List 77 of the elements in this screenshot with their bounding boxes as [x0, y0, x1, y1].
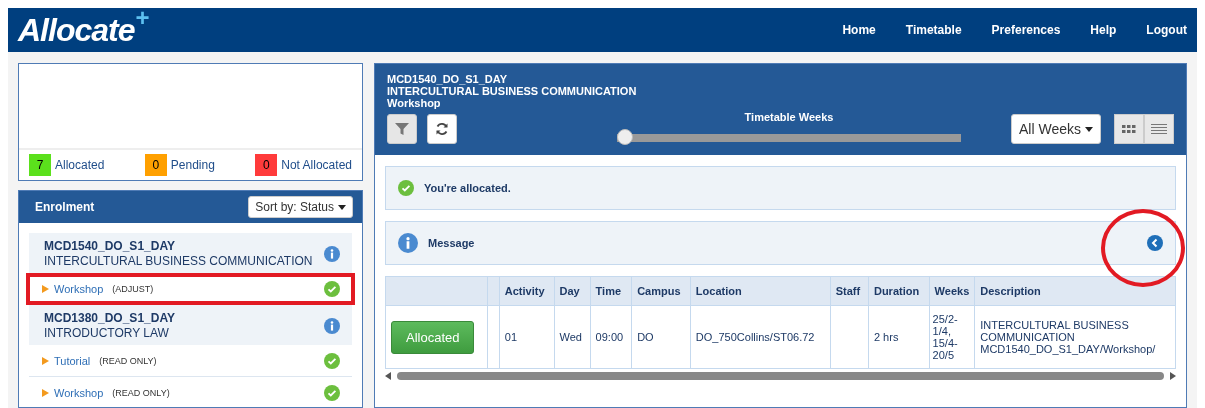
success-icon	[398, 180, 414, 196]
arrow-icon	[42, 284, 49, 293]
scrollbar-thumb[interactable]	[397, 372, 1164, 380]
table-cell: 25/2-1/4, 15/4-20/5	[929, 305, 975, 369]
expand-icon[interactable]	[1147, 235, 1163, 251]
table-cell: 2 hrs	[868, 305, 930, 369]
nav-link[interactable]: Help	[1090, 23, 1117, 37]
alert-text: You're allocated.	[424, 182, 511, 194]
table-cell: 01	[499, 305, 555, 369]
refresh-button[interactable]	[427, 114, 457, 144]
nav-link[interactable]: Preferences	[991, 23, 1061, 37]
table-cell	[830, 305, 869, 369]
filter-button[interactable]	[387, 114, 417, 144]
column-header: Location	[690, 276, 831, 306]
check-icon	[324, 384, 340, 401]
activity-mode: (READ ONLY)	[99, 355, 157, 366]
column-header: Description	[974, 276, 1176, 306]
status-label: Not Allocated	[281, 158, 352, 172]
scroll-left-icon[interactable]	[385, 372, 391, 380]
logo: Allocate+	[18, 11, 149, 49]
info-icon[interactable]	[398, 233, 418, 253]
scroll-right-icon[interactable]	[1170, 372, 1176, 380]
sort-dropdown[interactable]: Sort by: Status	[248, 196, 353, 218]
nav-link[interactable]: Timetable	[905, 23, 962, 37]
weeks-dropdown[interactable]: All Weeks	[1011, 114, 1101, 144]
status-count: 0	[255, 154, 278, 176]
caret-icon	[338, 204, 346, 210]
column-header: Day	[554, 276, 591, 306]
column-header: Weeks	[929, 276, 975, 306]
activity-mode: (ADJUST)	[112, 283, 154, 294]
subject-code: MCD1540_DO_S1_DAY	[44, 239, 176, 254]
subject-code: MCD1380_DO_S1_DAY	[44, 311, 175, 326]
filter-icon	[394, 121, 410, 137]
status-count: 0	[144, 154, 167, 176]
list-view-button[interactable]	[1144, 114, 1174, 144]
slider-thumb[interactable]	[617, 129, 633, 145]
nav-link[interactable]: Logout	[1146, 23, 1187, 37]
info-icon[interactable]	[324, 318, 340, 334]
column-header: Activity	[499, 276, 555, 306]
info-icon[interactable]	[324, 246, 340, 262]
status-label: Allocated	[55, 158, 105, 172]
activity-row[interactable]: Workshop (READ ONLY)	[29, 377, 352, 407]
subject-name: INTRODUCTORY LAW	[44, 326, 170, 341]
caret-icon	[1085, 126, 1093, 132]
panel-title: Enrolment	[35, 200, 95, 214]
column-header: Campus	[631, 276, 691, 306]
table-cell: 09:00	[590, 305, 632, 369]
grid-icon	[1122, 125, 1136, 133]
check-icon	[324, 352, 340, 369]
highlighted-activity-row[interactable]: Workshop (ADJUST)	[26, 273, 355, 305]
activity-mode: (READ ONLY)	[112, 387, 170, 398]
nav-link[interactable]: Home	[842, 23, 876, 37]
table-cell: DO_750Collins/ST06.72	[690, 305, 831, 369]
column-header: Staff	[830, 276, 869, 306]
arrow-icon	[42, 388, 49, 397]
activity-title: Workshop	[387, 97, 442, 109]
slider-label: Timetable Weeks	[744, 111, 834, 123]
table-cell: DO	[631, 305, 691, 369]
activity-row[interactable]: Tutorial (READ ONLY)	[29, 345, 352, 377]
arrow-icon	[42, 356, 49, 365]
activity-title: MCD1540_DO_S1_DAY	[387, 73, 509, 85]
table-cell: INTERCULTURAL BUSINESS COMMUNICATION MCD1540_DO_S1_DAY/Workshop/	[974, 305, 1176, 369]
column-header: Duration	[868, 276, 930, 306]
activity-link[interactable]: Tutorial	[54, 354, 91, 367]
status-count: 7	[29, 154, 51, 176]
refresh-icon	[435, 122, 449, 136]
activity-link[interactable]: Workshop	[54, 282, 104, 295]
list-icon	[1151, 124, 1167, 134]
table-cell: Wed	[554, 305, 591, 369]
message-label: Message	[428, 237, 475, 249]
activity-title: INTERCULTURAL BUSINESS COMMUNICATION	[387, 85, 638, 97]
check-icon	[324, 280, 340, 297]
column-header: Time	[590, 276, 632, 306]
grid-view-button[interactable]	[1114, 114, 1144, 144]
status-label: Pending	[170, 158, 215, 172]
subject-name: INTERCULTURAL BUSINESS COMMUNICATION	[44, 254, 313, 269]
activity-link[interactable]: Workshop	[54, 386, 104, 399]
